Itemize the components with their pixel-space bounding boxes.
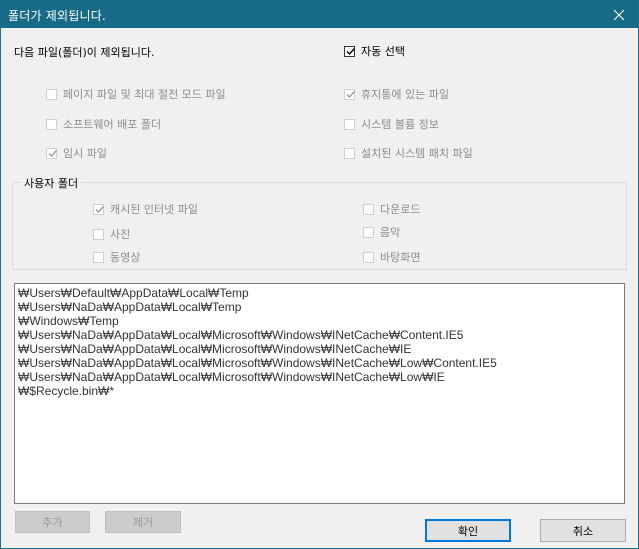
user-folder-label: 음악 [380, 226, 401, 239]
checkbox-box [93, 228, 104, 240]
checkmark-icon [48, 149, 58, 157]
user-folder-label: 캐시된 인터넷 파일 [110, 203, 198, 216]
path-item[interactable]: ₩Users₩NaDa₩AppData₩Local₩Temp [18, 300, 621, 314]
user-folder-ie-cache-checkbox[interactable]: 캐시된 인터넷 파일 [93, 201, 198, 217]
option-label: 휴지통에 있는 파일 [361, 88, 449, 101]
auto-select-checkbox[interactable]: 자동 선택 [344, 43, 405, 59]
checkbox-box [344, 147, 355, 159]
user-folder-label: 바탕화면 [380, 251, 421, 264]
option-recycle-bin-checkbox[interactable]: 휴지통에 있는 파일 [344, 86, 449, 102]
cancel-button[interactable]: 취소 [540, 519, 626, 542]
option-label: 소프트웨어 배포 폴더 [63, 118, 162, 131]
option-label: 페이지 파일 및 최대 절전 모드 파일 [63, 88, 226, 101]
close-button[interactable] [600, 1, 638, 28]
checkbox-box [46, 118, 57, 130]
checkbox-box [363, 226, 374, 238]
path-item[interactable]: ₩Windows₩Temp [18, 314, 621, 328]
checkbox-box [363, 251, 374, 263]
excluded-paths-list[interactable]: ₩Users₩Default₩AppData₩Local₩Temp ₩Users… [14, 283, 625, 504]
path-item[interactable]: ₩$Recycle.bin₩* [18, 384, 621, 398]
remove-button[interactable]: 제거 [105, 511, 181, 533]
checkbox-box [93, 203, 105, 215]
option-label: 설치된 시스템 패치 파일 [361, 147, 473, 160]
user-folder-label: 다운로드 [380, 203, 421, 216]
checkmark-icon [95, 205, 105, 213]
user-folder-videos-checkbox[interactable]: 동영상 [93, 249, 140, 265]
option-temp-files-checkbox[interactable]: 임시 파일 [46, 145, 107, 161]
user-folder-music-checkbox[interactable]: 음악 [363, 224, 400, 240]
path-item[interactable]: ₩Users₩Default₩AppData₩Local₩Temp [18, 286, 621, 300]
ok-button[interactable]: 확인 [425, 519, 511, 542]
path-item[interactable]: ₩Users₩NaDa₩AppData₩Local₩Microsoft₩Wind… [18, 342, 621, 356]
checkmark-icon [346, 90, 356, 98]
exclude-folders-dialog: 폴더가 제외됩니다. 다음 파일(폴더)이 제외됩니다. 자동 선택 페이지 파… [0, 0, 639, 549]
checkmark-icon [346, 47, 356, 55]
path-item[interactable]: ₩Users₩NaDa₩AppData₩Local₩Microsoft₩Wind… [18, 370, 621, 384]
user-folder-label: 동영상 [110, 251, 141, 264]
close-icon [613, 9, 625, 20]
checkbox-box [344, 45, 356, 57]
user-folder-downloads-checkbox[interactable]: 다운로드 [363, 201, 420, 217]
checkbox-box [344, 118, 355, 130]
user-folder-label: 사진 [110, 228, 131, 241]
add-button[interactable]: 추가 [15, 511, 90, 533]
option-label: 시스템 볼륨 정보 [361, 118, 439, 131]
path-item[interactable]: ₩Users₩NaDa₩AppData₩Local₩Microsoft₩Wind… [18, 328, 621, 342]
option-pagefile-checkbox[interactable]: 페이지 파일 및 최대 절전 모드 파일 [46, 86, 226, 102]
path-item[interactable]: ₩Users₩NaDa₩AppData₩Local₩Microsoft₩Wind… [18, 356, 621, 370]
option-label: 임시 파일 [63, 147, 107, 160]
checkbox-box [46, 147, 58, 159]
auto-select-label: 자동 선택 [361, 45, 405, 58]
title-bar: 폴더가 제외됩니다. [1, 1, 638, 28]
option-system-volume-checkbox[interactable]: 시스템 볼륨 정보 [344, 116, 439, 132]
user-folder-desktop-checkbox[interactable]: 바탕화면 [363, 249, 420, 265]
checkbox-box [46, 88, 57, 100]
option-installed-patches-checkbox[interactable]: 설치된 시스템 패치 파일 [344, 145, 473, 161]
user-folders-title: 사용자 폴더 [21, 175, 82, 191]
checkbox-box [93, 251, 104, 263]
checkbox-box [344, 88, 356, 100]
intro-text: 다음 파일(폴더)이 제외됩니다. [14, 46, 155, 59]
user-folder-pictures-checkbox[interactable]: 사진 [93, 226, 130, 242]
checkbox-box [363, 203, 374, 215]
option-software-distribution-checkbox[interactable]: 소프트웨어 배포 폴더 [46, 116, 161, 132]
window-title: 폴더가 제외됩니다. [8, 9, 106, 23]
